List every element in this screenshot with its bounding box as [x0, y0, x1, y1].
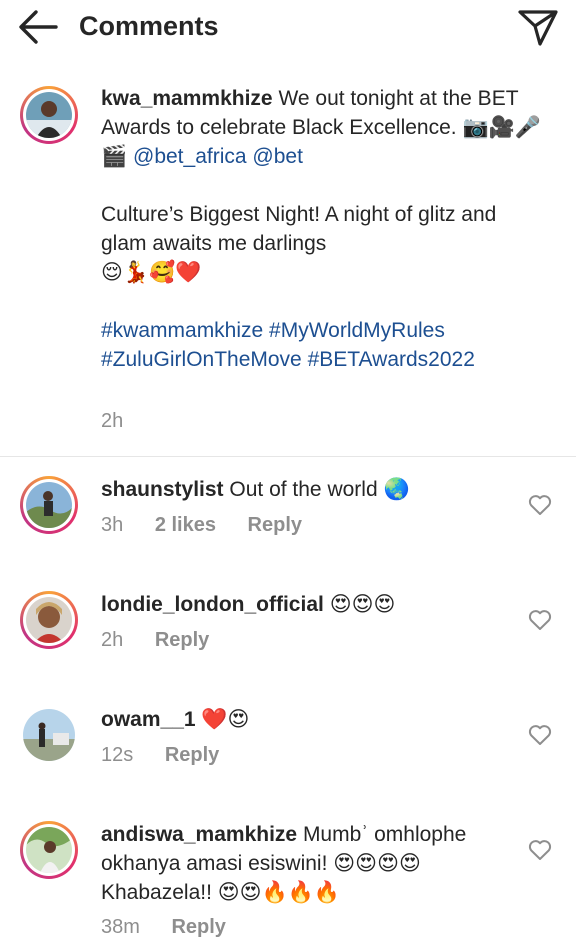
- hashtag-line[interactable]: #kwammamkhize #MyWorldMyRules: [101, 316, 541, 345]
- like-button[interactable]: [528, 724, 552, 746]
- comment-time: 12s: [101, 744, 134, 766]
- avatar-image: [26, 597, 72, 643]
- avatar-image: [26, 827, 72, 873]
- comment-username[interactable]: andiswa_mamkhize: [101, 823, 297, 846]
- reply-button[interactable]: Reply: [165, 744, 219, 766]
- caption-text: Culture’s Biggest Night! A night of glit…: [101, 203, 497, 255]
- comment-emoji: ❤️😍: [201, 707, 250, 731]
- caption-avatar[interactable]: [20, 86, 78, 144]
- reply-button[interactable]: Reply: [171, 916, 225, 938]
- comment-avatar[interactable]: [20, 476, 78, 534]
- reply-button[interactable]: Reply: [155, 629, 209, 651]
- comment-meta: 2h Reply: [101, 627, 209, 653]
- comment-meta: 38m Reply: [101, 914, 226, 940]
- caption-time: 2h: [101, 410, 124, 432]
- comment-username[interactable]: owam__1: [101, 708, 196, 731]
- header-bar: Comments: [0, 0, 576, 56]
- comment-meta: 12s Reply: [101, 742, 219, 768]
- like-button[interactable]: [528, 494, 552, 516]
- comment-emoji: 😍😍😍: [329, 592, 396, 616]
- reply-button[interactable]: Reply: [248, 514, 302, 536]
- heart-icon: [528, 725, 552, 745]
- comment-emoji: 😍😍🔥🔥🔥: [217, 880, 340, 904]
- comment-text: Out of the world: [229, 478, 378, 501]
- comment-text-block: londie_london_official 😍😍😍: [101, 590, 511, 619]
- arrow-left-icon: [19, 10, 58, 44]
- comment-time: 2h: [101, 629, 124, 651]
- comment-avatar[interactable]: [20, 821, 78, 879]
- comment-likes[interactable]: 2 likes: [155, 514, 216, 536]
- comment-time: 3h: [101, 514, 124, 536]
- share-button[interactable]: [516, 8, 560, 48]
- mention-link[interactable]: @bet: [252, 145, 303, 168]
- like-button[interactable]: [528, 839, 552, 861]
- hashtag-line[interactable]: #ZuluGirlOnTheMove #BETAwards2022: [101, 345, 541, 374]
- comment-emoji: 😍😍😍😍: [333, 851, 421, 875]
- page-title: Comments: [79, 11, 219, 41]
- comment-meta: 3h 2 likes Reply: [101, 512, 302, 538]
- caption-emojis: 😌💃🥰❤️: [101, 260, 202, 284]
- comment-text-block: shaunstylist Out of the world 🌏: [101, 475, 511, 504]
- comment-avatar[interactable]: [20, 706, 78, 764]
- caption-meta: 2h: [101, 408, 149, 434]
- heart-icon: [528, 840, 552, 860]
- comment-username[interactable]: shaunstylist: [101, 478, 224, 501]
- comment-emoji: 🌏: [383, 477, 410, 501]
- avatar-image: [26, 482, 72, 528]
- avatar-image: [26, 92, 72, 138]
- comment-username[interactable]: londie_london_official: [101, 593, 324, 616]
- heart-icon: [528, 495, 552, 515]
- paper-plane-icon: [518, 10, 558, 46]
- comment-time: 38m: [101, 916, 140, 938]
- heart-icon: [528, 610, 552, 630]
- avatar-image: [23, 709, 75, 761]
- mention-link[interactable]: @bet_africa: [133, 145, 247, 168]
- comment-text-block: andiswa_mamkhize Mumbʾ omhlophe okhanya …: [101, 820, 511, 907]
- caption-text-block: kwa_mammkhize We out tonight at the BET …: [101, 84, 541, 374]
- caption-username[interactable]: kwa_mammkhize: [101, 87, 273, 110]
- divider: [0, 456, 576, 457]
- back-button[interactable]: [16, 8, 60, 46]
- comment-text: Khabazela!!: [101, 881, 212, 904]
- comment-text-block: owam__1 ❤️😍: [101, 705, 511, 734]
- comment-avatar[interactable]: [20, 591, 78, 649]
- like-button[interactable]: [528, 609, 552, 631]
